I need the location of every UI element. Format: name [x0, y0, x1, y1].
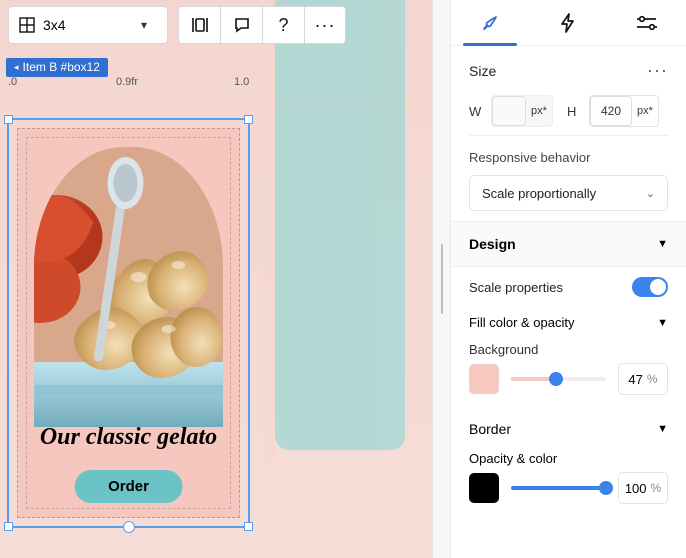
opacity-color-label: Opacity & color: [451, 443, 686, 472]
inspector-panel: Size ··· W px* H 420 px* Responsive beha…: [450, 0, 686, 558]
tab-settings[interactable]: [608, 0, 686, 45]
caret-left-icon: ◂: [14, 62, 19, 73]
size-more-button[interactable]: ···: [647, 60, 668, 81]
border-opacity-slider[interactable]: [511, 486, 606, 490]
distribute-button[interactable]: [178, 6, 220, 44]
ruler-horizontal: .0 0.9fr 1.0: [6, 76, 432, 98]
grid-icon: [19, 17, 35, 33]
border-opacity-input[interactable]: 100 %: [618, 472, 668, 504]
fill-section-header[interactable]: Fill color & opacity ▼: [451, 307, 686, 330]
border-opacity-value: 100: [625, 481, 647, 496]
resize-handle-bottom[interactable]: [123, 521, 135, 533]
selected-element-frame[interactable]: Our classic gelato Order: [7, 118, 250, 528]
border-title: Border: [469, 421, 511, 437]
canvas-area[interactable]: 3x4 ▾ ? ··· ◂ Item B #box12 .0 0.9fr: [0, 0, 432, 558]
selection-tag[interactable]: ◂ Item B #box12: [6, 58, 108, 77]
canvas-toolbar: 3x4 ▾ ? ···: [8, 6, 346, 44]
resize-handle-nw[interactable]: [4, 115, 13, 124]
background-opacity-slider[interactable]: [511, 377, 606, 381]
caret-down-icon: ▼: [657, 423, 668, 435]
percent-label: %: [651, 481, 662, 495]
lightning-icon: [559, 13, 577, 33]
chevron-down-icon: ▾: [133, 18, 155, 32]
chevron-down-icon: ⌄: [646, 187, 655, 200]
fill-title: Fill color & opacity: [469, 315, 574, 330]
slider-thumb[interactable]: [599, 481, 613, 495]
design-section-header[interactable]: Design ▼: [451, 221, 686, 267]
product-image: [34, 147, 223, 427]
percent-label: %: [647, 372, 658, 386]
resize-handle-sw[interactable]: [4, 522, 13, 531]
size-section: Size ··· W px* H 420 px* Responsive beha…: [451, 46, 686, 221]
border-section-header[interactable]: Border ▼: [451, 407, 686, 443]
caret-down-icon: ▼: [657, 317, 668, 329]
resize-handle-ne[interactable]: [244, 115, 253, 124]
height-input-group[interactable]: 420 px*: [589, 95, 659, 127]
sliders-icon: [636, 15, 658, 31]
width-label: W: [469, 104, 483, 119]
slider-thumb[interactable]: [549, 372, 563, 386]
help-button[interactable]: ?: [262, 6, 304, 44]
panel-resize-gutter[interactable]: [432, 0, 450, 558]
background-opacity-value: 47: [628, 372, 642, 387]
slider-fill: [511, 486, 606, 490]
grid-label: 3x4: [43, 17, 66, 33]
product-caption: Our classic gelato: [18, 424, 239, 451]
grid-size-dropdown[interactable]: 3x4 ▾: [8, 6, 168, 44]
ruler-tick: 1.0: [234, 76, 249, 88]
height-label: H: [567, 104, 581, 119]
ruler-tick: .0: [8, 76, 17, 88]
opacity-row: 100 %: [451, 472, 686, 514]
tab-design[interactable]: [451, 0, 529, 45]
decorative-shape: [275, 0, 405, 450]
background-opacity-input[interactable]: 47 %: [618, 363, 668, 395]
size-title: Size: [469, 63, 496, 79]
border-color-swatch[interactable]: [469, 473, 499, 503]
responsive-value: Scale proportionally: [482, 186, 596, 201]
width-input[interactable]: [492, 96, 526, 126]
height-unit[interactable]: px*: [632, 96, 658, 126]
width-input-group[interactable]: px*: [491, 95, 553, 127]
comment-button[interactable]: [220, 6, 262, 44]
width-unit[interactable]: px*: [526, 96, 552, 126]
gelato-illustration: [34, 147, 223, 427]
caret-down-icon: ▼: [657, 238, 668, 250]
selection-tag-label: Item B #box12: [23, 60, 100, 74]
background-label: Background: [451, 330, 686, 363]
scale-properties-row: Scale properties: [451, 267, 686, 307]
responsive-select[interactable]: Scale proportionally ⌄: [469, 175, 668, 211]
card-grid-cell: Our classic gelato Order: [17, 128, 240, 518]
background-swatch[interactable]: [469, 364, 499, 394]
scale-properties-toggle[interactable]: [632, 277, 668, 297]
height-input[interactable]: 420: [590, 96, 632, 126]
design-title: Design: [469, 236, 516, 252]
panel-tabs: [451, 0, 686, 46]
responsive-label: Responsive behavior: [469, 150, 668, 165]
tab-interactions[interactable]: [529, 0, 607, 45]
background-row: 47 %: [451, 363, 686, 407]
order-button[interactable]: Order: [74, 470, 183, 503]
brush-icon: [480, 13, 500, 33]
more-button[interactable]: ···: [304, 6, 346, 44]
ruler-tick: 0.9fr: [116, 76, 138, 88]
resize-handle-se[interactable]: [244, 522, 253, 531]
scale-properties-label: Scale properties: [469, 280, 563, 295]
